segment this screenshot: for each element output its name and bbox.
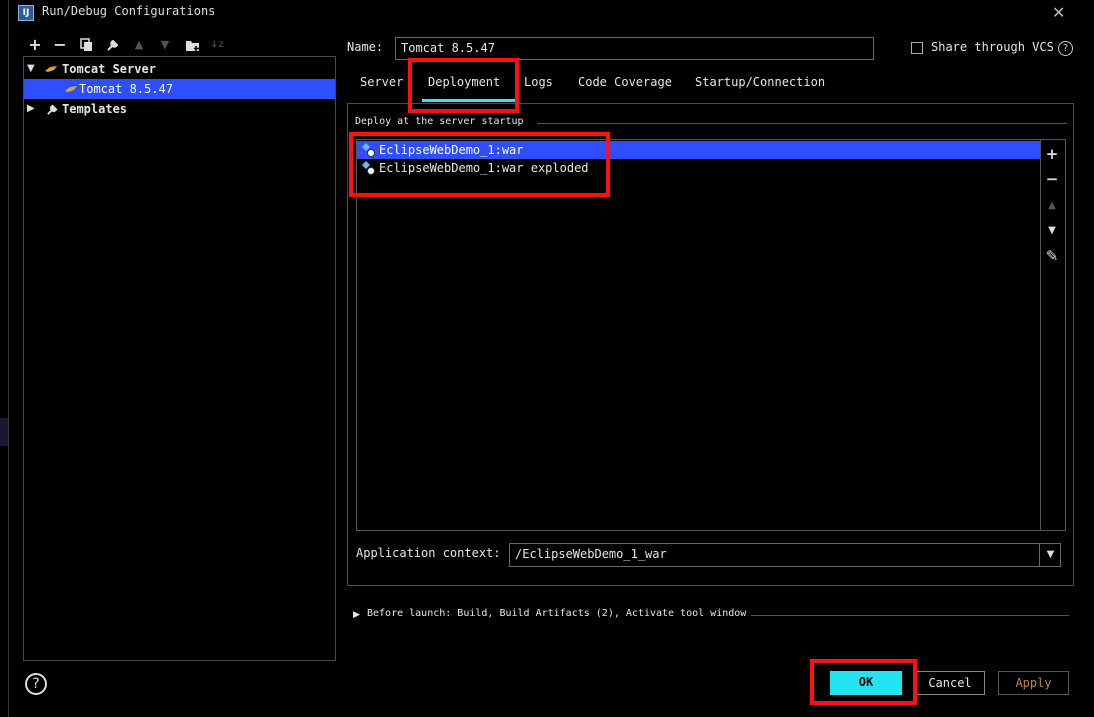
add-artifact-button[interactable]: + xyxy=(1039,144,1065,164)
add-configuration-button[interactable]: + xyxy=(26,36,44,54)
copy-icon xyxy=(80,38,92,51)
before-launch-label[interactable]: Before launch: Build, Build Artifacts (2… xyxy=(367,608,746,619)
wrench-icon xyxy=(107,39,119,51)
tab-startup-connection[interactable]: Startup/Connection xyxy=(695,75,825,89)
ok-button[interactable]: OK xyxy=(830,671,902,695)
new-folder-button[interactable] xyxy=(183,36,201,54)
help-icon[interactable]: ? xyxy=(1058,41,1073,56)
folder-icon xyxy=(185,41,199,51)
run-debug-dialog: IJ Run/Debug Configurations ✕ + − ▲ ▼ ↓z… xyxy=(8,0,1094,717)
remove-configuration-button[interactable]: − xyxy=(51,36,69,54)
chevron-down-icon[interactable]: ▼ xyxy=(1039,543,1061,567)
sort-icon[interactable]: ↓z xyxy=(208,36,226,54)
expanded-arrow-icon: ▼ xyxy=(27,63,35,74)
wrench-icon xyxy=(47,104,58,115)
tab-deployment[interactable]: Deployment xyxy=(428,75,500,89)
title-bar: IJ Run/Debug Configurations ✕ xyxy=(9,0,1094,24)
artifact-icon xyxy=(362,143,375,157)
tree-item-label: Tomcat Server xyxy=(62,62,156,76)
app-context-label: Application context: xyxy=(356,546,501,560)
configuration-tree: ▼ Tomcat Server Tomcat 8.5.47 ▶ Template… xyxy=(23,56,336,661)
remove-artifact-button[interactable]: − xyxy=(1039,169,1065,189)
tomcat-icon xyxy=(45,66,57,72)
tab-logs[interactable]: Logs xyxy=(524,75,553,89)
move-up-button[interactable]: ▲ xyxy=(130,36,148,54)
list-toolbar: + − ▲ ▼ ✎ xyxy=(1039,139,1066,531)
tree-item-label: Templates xyxy=(62,102,128,116)
list-item[interactable]: EclipseWebDemo_1:war exploded xyxy=(357,159,1040,177)
tree-item-templates[interactable]: ▶ Templates xyxy=(24,99,335,119)
share-vcs-label: Share through VCS xyxy=(931,40,1054,54)
share-vcs-checkbox[interactable] xyxy=(911,42,923,54)
active-tab-indicator xyxy=(422,99,519,102)
cancel-button[interactable]: Cancel xyxy=(915,671,985,695)
move-up-button[interactable]: ▲ xyxy=(1039,196,1065,216)
move-down-button[interactable]: ▼ xyxy=(1039,221,1065,241)
artifact-list: EclipseWebDemo_1:war EclipseWebDemo_1:wa… xyxy=(356,139,1041,531)
tab-server[interactable]: Server xyxy=(360,75,403,89)
tomcat-icon xyxy=(65,86,77,92)
artifact-label: EclipseWebDemo_1:war xyxy=(379,143,524,157)
name-input[interactable]: Tomcat 8.5.47 xyxy=(395,37,874,60)
section-divider xyxy=(751,615,1069,616)
apply-button[interactable]: Apply xyxy=(998,671,1069,695)
copy-configuration-button[interactable] xyxy=(78,36,96,54)
deploy-section-label: Deploy at the server startup xyxy=(355,116,524,127)
background-strip-left xyxy=(0,418,8,446)
move-down-button[interactable]: ▼ xyxy=(156,36,174,54)
collapsed-arrow-icon: ▶ xyxy=(27,103,35,114)
section-divider xyxy=(537,123,1067,124)
artifact-icon xyxy=(362,161,375,175)
app-context-input[interactable]: /EclipseWebDemo_1_war xyxy=(509,543,1061,567)
dialog-title: Run/Debug Configurations xyxy=(42,4,216,18)
tree-item-tomcat-server[interactable]: ▼ Tomcat Server xyxy=(24,59,335,79)
tree-item-tomcat-8547[interactable]: Tomcat 8.5.47 xyxy=(24,79,335,99)
edit-defaults-button[interactable] xyxy=(104,36,122,54)
list-item[interactable]: EclipseWebDemo_1:war xyxy=(357,141,1040,159)
artifact-label: EclipseWebDemo_1:war exploded xyxy=(379,161,589,175)
close-icon[interactable]: ✕ xyxy=(1052,3,1065,22)
edit-artifact-button[interactable]: ✎ xyxy=(1039,246,1065,266)
expand-arrow-icon[interactable]: ▶ xyxy=(353,610,360,620)
intellij-logo-icon: IJ xyxy=(18,5,34,21)
name-label: Name: xyxy=(347,40,384,54)
tree-item-label: Tomcat 8.5.47 xyxy=(79,82,173,96)
tab-code-coverage[interactable]: Code Coverage xyxy=(578,75,672,89)
help-button[interactable]: ? xyxy=(25,673,47,695)
